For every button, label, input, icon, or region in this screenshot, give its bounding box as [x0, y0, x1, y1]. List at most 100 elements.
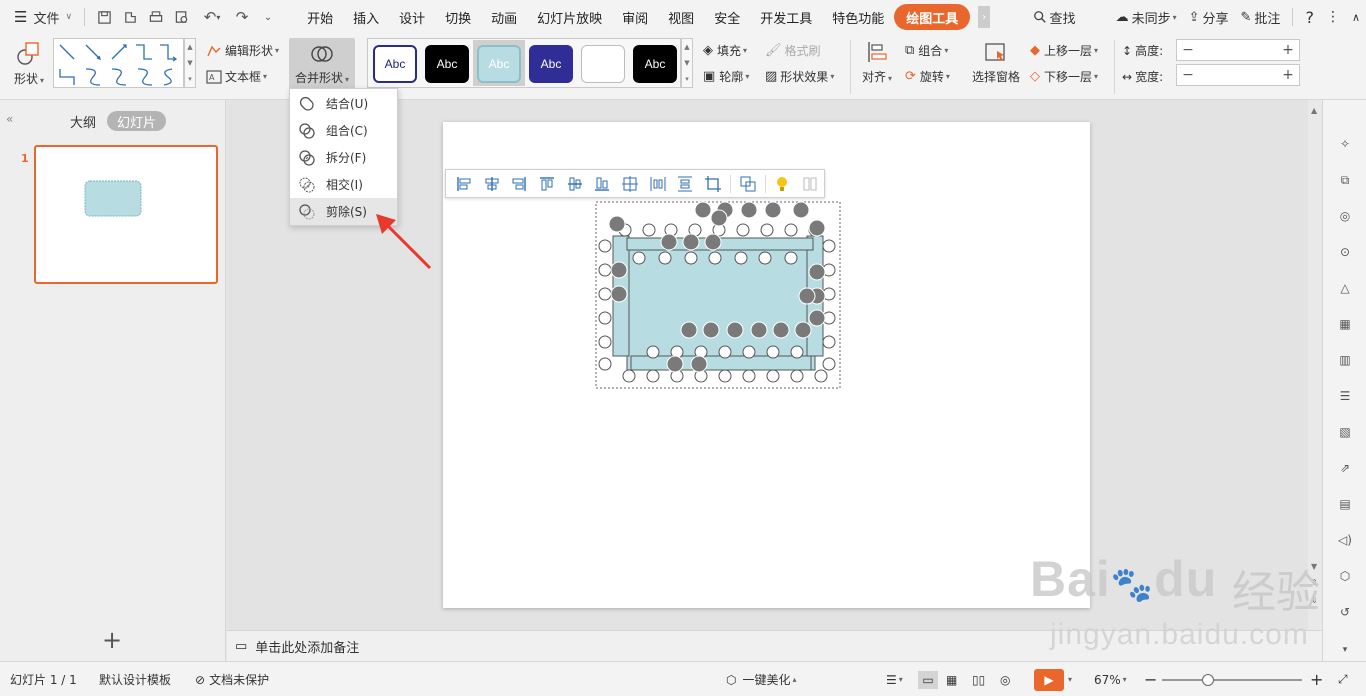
- archive-icon[interactable]: ▤: [1335, 494, 1355, 514]
- tab-features[interactable]: 特色功能: [822, 4, 894, 30]
- export-icon[interactable]: [117, 4, 143, 30]
- selected-shape-group[interactable]: [595, 200, 841, 390]
- pin-icon[interactable]: ✧: [1335, 134, 1355, 154]
- menu-item-intersect[interactable]: 相交(I): [290, 171, 397, 198]
- fit-window-icon[interactable]: ⤢: [1338, 662, 1348, 696]
- normal-view-icon[interactable]: ▭: [918, 662, 938, 696]
- shape-gallery[interactable]: [53, 38, 184, 88]
- align-button[interactable]: 对齐 ▾: [860, 40, 894, 85]
- settings-sliders-icon[interactable]: ☰: [1335, 386, 1355, 406]
- comment-button[interactable]: ✎ 批注: [1235, 4, 1287, 30]
- scroll-up-icon[interactable]: ▲: [1311, 106, 1317, 115]
- reading-view-icon[interactable]: ▯▯: [972, 662, 985, 696]
- group-button[interactable]: ⧉ 组合 ▾: [905, 42, 948, 59]
- textbox-button[interactable]: A 文本框 ▾: [206, 68, 267, 85]
- format-brush-button[interactable]: 🖌 格式刷: [765, 42, 821, 59]
- shape-effect-button[interactable]: ▨ 形状效果 ▾: [765, 68, 834, 85]
- style-swatch[interactable]: Abc: [477, 45, 521, 83]
- tab-review[interactable]: 审阅: [612, 4, 658, 30]
- menu-item-fragment[interactable]: 拆分(F): [290, 144, 397, 171]
- merge-icon[interactable]: [734, 172, 762, 196]
- tab-design[interactable]: 设计: [389, 4, 435, 30]
- outline-button[interactable]: ▣ 轮廓 ▾: [703, 68, 749, 85]
- search-button[interactable]: 查找: [1027, 4, 1082, 30]
- distribute-horizontal-icon[interactable]: [644, 172, 672, 196]
- beautify-button[interactable]: ⬡ 一键美化 ▴: [726, 662, 797, 696]
- style-swatch[interactable]: [581, 45, 625, 83]
- slide-sorter-icon[interactable]: ▦: [946, 662, 957, 696]
- height-input[interactable]: − +: [1176, 39, 1300, 61]
- crop-icon[interactable]: [699, 172, 727, 196]
- bring-forward-button[interactable]: ◆ 上移一层 ▾: [1030, 42, 1098, 59]
- tab-drawing-tools[interactable]: 绘图工具: [894, 4, 971, 30]
- shape-button[interactable]: 形状 ▾: [10, 40, 48, 87]
- align-left-icon[interactable]: [450, 172, 478, 196]
- tab-security[interactable]: 安全: [704, 4, 750, 30]
- tab-view[interactable]: 视图: [658, 4, 704, 30]
- rotate-button[interactable]: ⟳ 旋转 ▾: [905, 68, 950, 85]
- minus-icon[interactable]: −: [1177, 42, 1199, 58]
- speaker-icon[interactable]: ◁): [1335, 530, 1355, 550]
- tab-outline[interactable]: 大纲: [60, 111, 106, 131]
- width-input[interactable]: − +: [1176, 64, 1300, 86]
- add-slide-button[interactable]: +: [102, 628, 122, 652]
- tab-home[interactable]: 开始: [297, 4, 343, 30]
- shape-icon[interactable]: ◎: [1335, 206, 1355, 226]
- zoom-slider[interactable]: [1162, 662, 1302, 696]
- style-swatch[interactable]: Abc: [633, 45, 677, 83]
- align-bottom-icon[interactable]: [588, 172, 616, 196]
- plus-icon[interactable]: +: [1277, 67, 1299, 83]
- gallery-scroll[interactable]: ▲ ▼ ▾: [184, 38, 196, 88]
- zoom-out-icon[interactable]: −: [1144, 662, 1157, 696]
- help-button[interactable]: ?: [1299, 4, 1320, 30]
- play-button[interactable]: ▶ ▾: [1034, 662, 1072, 696]
- fill-button[interactable]: ◈ 填充 ▾: [703, 42, 747, 59]
- tab-developer[interactable]: 开发工具: [750, 4, 822, 30]
- align-right-icon[interactable]: [505, 172, 533, 196]
- send-backward-button[interactable]: ◇ 下移一层 ▾: [1030, 68, 1098, 85]
- copy-icon[interactable]: ⧉: [1335, 170, 1355, 190]
- plus-icon[interactable]: +: [1277, 42, 1299, 58]
- print-icon[interactable]: [143, 4, 169, 30]
- tab-animation[interactable]: 动画: [481, 4, 527, 30]
- tabs-more-button[interactable]: ›: [978, 6, 991, 28]
- distribute-vertical-icon[interactable]: [672, 172, 700, 196]
- more-icon[interactable]: [796, 172, 824, 196]
- minus-icon[interactable]: −: [1177, 67, 1199, 83]
- protect-status[interactable]: ⊘ 文档未保护: [195, 662, 269, 696]
- tab-transition[interactable]: 切换: [435, 4, 481, 30]
- notes-toggle-icon[interactable]: ☰ ▾: [886, 662, 903, 696]
- merge-shape-button[interactable]: 合并形状 ▾: [289, 38, 355, 90]
- grid-icon[interactable]: ▦: [1335, 314, 1355, 334]
- center-both-icon[interactable]: [616, 172, 644, 196]
- chart-icon[interactable]: ▥: [1335, 350, 1355, 370]
- menu-item-union[interactable]: 结合(U): [290, 90, 397, 117]
- redo-icon[interactable]: ↷: [229, 4, 255, 30]
- collapse-ribbon-icon[interactable]: ∧: [1346, 4, 1366, 30]
- align-middle-icon[interactable]: [561, 172, 589, 196]
- print-preview-icon[interactable]: [169, 4, 195, 30]
- location-icon[interactable]: ⊙: [1335, 242, 1355, 262]
- align-top-icon[interactable]: [533, 172, 561, 196]
- template-name[interactable]: 默认设计模板: [99, 662, 171, 696]
- zoom-slider-thumb[interactable]: [1202, 673, 1214, 686]
- zoom-in-icon[interactable]: +: [1310, 662, 1323, 696]
- slide-thumbnail[interactable]: [34, 145, 218, 284]
- style-swatch[interactable]: Abc: [529, 45, 573, 83]
- undo-icon[interactable]: ↶ ▾: [195, 4, 229, 30]
- presenter-icon[interactable]: ◎: [1000, 662, 1010, 696]
- more-options-icon[interactable]: ⋮: [1320, 4, 1346, 30]
- customize-icon[interactable]: ⌄: [255, 4, 281, 30]
- align-center-icon[interactable]: [478, 172, 506, 196]
- file-menu[interactable]: ☰ 文件 ∨: [8, 4, 78, 30]
- export-icon[interactable]: ⇗: [1335, 458, 1355, 478]
- share-button[interactable]: ⇪ 分享: [1183, 4, 1235, 30]
- collapse-panel-icon[interactable]: «: [6, 112, 13, 126]
- lightbulb-icon[interactable]: [769, 172, 797, 196]
- selection-pane-button[interactable]: 选择窗格: [970, 42, 1022, 85]
- tab-slides[interactable]: 幻灯片: [107, 111, 167, 131]
- style-gallery-scroll[interactable]: ▲ ▼ ▾: [681, 38, 693, 88]
- image-icon[interactable]: ▧: [1335, 422, 1355, 442]
- save-icon[interactable]: [91, 4, 117, 30]
- tab-insert[interactable]: 插入: [343, 4, 389, 30]
